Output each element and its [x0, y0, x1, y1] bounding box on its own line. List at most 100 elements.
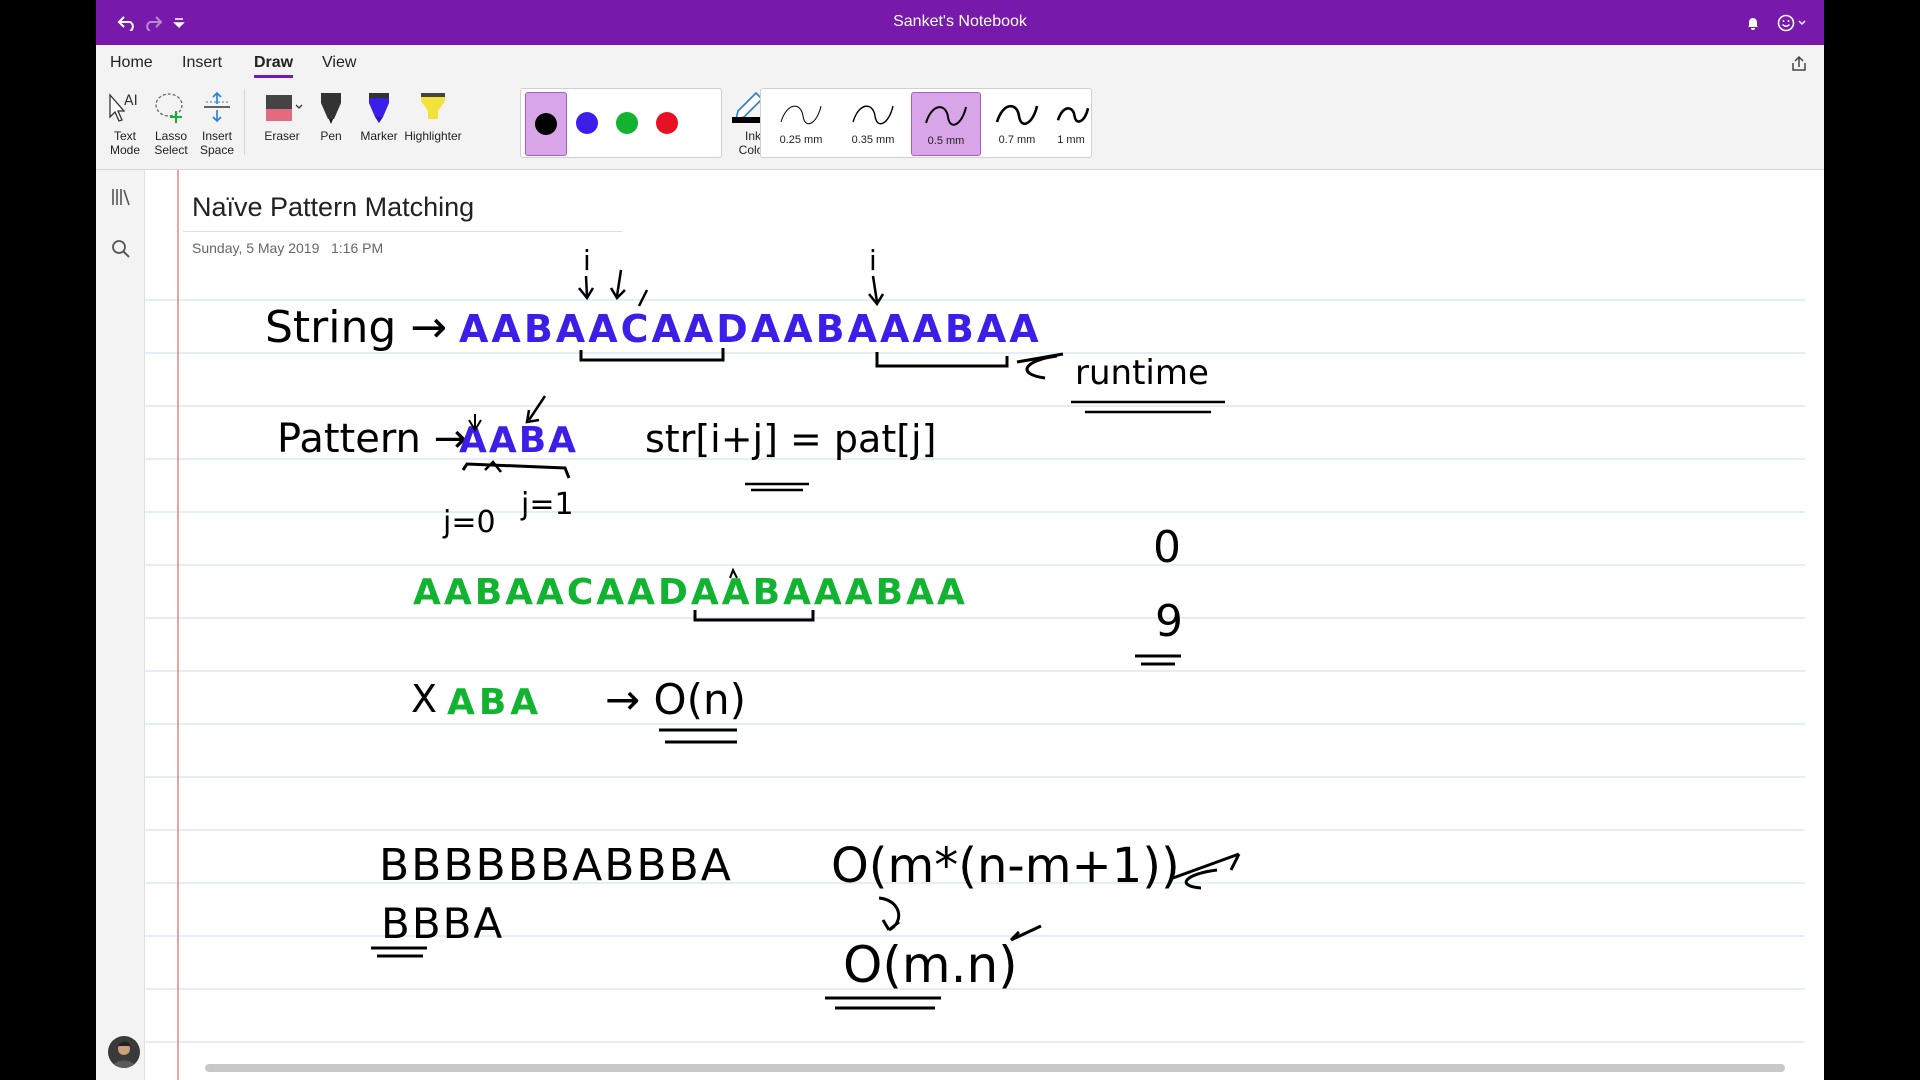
ink-color-palette: [520, 88, 722, 158]
eraser-label: Eraser: [264, 129, 300, 143]
pen-label: Pen: [320, 129, 342, 143]
marker-icon: [369, 93, 389, 123]
text-mode-label: Text Mode: [109, 129, 141, 157]
lasso-select-icon: [155, 93, 183, 123]
tab-home[interactable]: Home: [110, 54, 153, 72]
highlighter-icon: [421, 93, 445, 119]
pen-button[interactable]: Pen: [310, 85, 352, 143]
notifications-bell-icon[interactable]: [1740, 10, 1766, 36]
thickness-stroke-icon: [1056, 107, 1090, 123]
tab-view[interactable]: View: [322, 54, 356, 72]
ink-b-string: BBBBBBABBBA: [379, 840, 733, 891]
lasso-select-label: Lasso Select: [154, 129, 188, 157]
account-smiley-icon[interactable]: [1774, 10, 1814, 36]
thickness-stroke-icon: [852, 105, 894, 125]
navigation-sidebar: [96, 170, 145, 1080]
ink-underline: [371, 946, 427, 958]
note-page[interactable]: Naïve Pattern Matching Sunday, 5 May 201…: [145, 170, 1824, 1080]
thickness-stroke-icon: [925, 106, 967, 126]
ink-pattern-label: Pattern →: [277, 416, 467, 462]
title-bar: Sanket's Notebook: [96, 0, 1824, 45]
marker-button[interactable]: Marker: [356, 89, 402, 143]
thickness-1-label: 1 mm: [1057, 134, 1085, 146]
notebooks-library-icon[interactable]: [110, 186, 132, 213]
insert-space-button[interactable]: Insert Space: [194, 89, 240, 157]
search-icon[interactable]: [110, 238, 132, 265]
thickness-035-label: 0.35 mm: [851, 134, 895, 146]
pen-thickness-gallery: 0.25 mm 0.35 mm 0.5 mm 0.7 mm 1 mm: [760, 88, 1092, 158]
ink-bracket: [461, 462, 571, 479]
thickness-05-label: 0.5 mm: [927, 135, 965, 147]
user-avatar[interactable]: [108, 1036, 140, 1068]
marker-label: Marker: [360, 129, 398, 143]
handwritten-ink-layer: String → AABAACAADAABAAABAA i i runtime …: [265, 244, 1241, 1010]
thickness-025-button[interactable]: 0.25 mm: [767, 92, 835, 154]
horizontal-scrollbar[interactable]: [205, 1064, 1785, 1072]
ink-index-j: j=0: [442, 505, 496, 540]
ink-underline: [1071, 400, 1225, 414]
highlighter-label: Highlighter: [404, 129, 462, 143]
eraser-button[interactable]: Eraser: [256, 89, 308, 143]
thickness-07-button[interactable]: 0.7 mm: [983, 92, 1051, 154]
ink-underline: [825, 996, 941, 1010]
ink-side-zero: 0: [1153, 522, 1181, 573]
svg-text:AI: AI: [124, 93, 138, 109]
thickness-05-button[interactable]: 0.5 mm: [911, 92, 981, 156]
thickness-stroke-icon: [995, 104, 1039, 125]
thickness-025-label: 0.25 mm: [779, 134, 823, 146]
eraser-icon: [266, 95, 303, 121]
ink-compare-expression: str[i+j] = pat[j]: [645, 417, 936, 461]
window-title: Sanket's Notebook: [893, 13, 1027, 30]
thickness-1-button[interactable]: 1 mm: [1055, 92, 1090, 154]
avatar-image: [112, 1041, 136, 1068]
ink-underline: [745, 482, 809, 492]
ink-string-label: String →: [265, 302, 447, 353]
ribbon-divider: [244, 89, 245, 155]
ink-arrow: [1016, 352, 1064, 380]
ink-arrow: [1009, 924, 1042, 942]
ink-arrow: [878, 896, 901, 932]
color-black-swatch: [535, 113, 557, 135]
draw-ribbon: AI Text Mode Lasso Select Insert Space E…: [96, 83, 1824, 170]
ink-arrow: [578, 275, 595, 301]
color-green-swatch: [616, 112, 638, 134]
ink-b-pattern: BBBA: [381, 899, 504, 948]
highlighter-button[interactable]: Highlighter: [400, 89, 466, 143]
ink-complexity-1: O(m*(n-m+1)): [831, 838, 1180, 894]
ink-green-pattern: ABA: [447, 682, 542, 723]
ribbon-tabs: Home Insert Draw View: [96, 45, 1824, 83]
ink-index-i-2: i: [869, 244, 877, 277]
tab-draw[interactable]: Draw: [254, 54, 294, 78]
thickness-07-label: 0.7 mm: [998, 134, 1036, 146]
text-mode-icon: AI: [109, 93, 138, 122]
lasso-select-button[interactable]: Lasso Select: [148, 89, 194, 157]
ink-side-nine: 9: [1155, 596, 1183, 647]
ink-on-label: → O(n): [605, 675, 746, 724]
ink-index-j2: j=1: [520, 487, 574, 522]
color-blue-swatch: [576, 112, 598, 134]
color-blue-button[interactable]: [567, 92, 607, 154]
ink-bracket: [875, 352, 1009, 368]
color-red-swatch: [656, 112, 678, 134]
tab-insert[interactable]: Insert: [182, 54, 222, 72]
ink-runtime-note: runtime: [1075, 353, 1209, 393]
insert-space-icon: [204, 91, 230, 123]
color-black-button[interactable]: [525, 92, 567, 156]
thickness-stroke-icon: [780, 105, 822, 125]
ink-underline: [659, 728, 737, 744]
color-green-button[interactable]: [607, 92, 647, 154]
ink-underline: [1135, 654, 1181, 666]
ink-arrow: [1172, 852, 1241, 890]
ink-string-value: AABAACAADAABAAABAA: [459, 307, 1042, 351]
ink-green-string: AABAACAADAABAAABAA: [413, 572, 968, 613]
ink-arrow: [525, 395, 547, 424]
insert-space-label: Insert Space: [199, 129, 235, 157]
thickness-035-button[interactable]: 0.35 mm: [839, 92, 907, 154]
share-icon[interactable]: [1790, 55, 1808, 78]
text-mode-button[interactable]: AI Text Mode: [102, 89, 148, 157]
pen-icon: [321, 93, 341, 124]
ink-x-mark: X: [411, 677, 437, 721]
color-red-button[interactable]: [647, 92, 687, 154]
onenote-window: Sanket's Notebook Home Insert Draw View …: [96, 0, 1824, 1080]
ink-index-i: i: [583, 244, 591, 277]
